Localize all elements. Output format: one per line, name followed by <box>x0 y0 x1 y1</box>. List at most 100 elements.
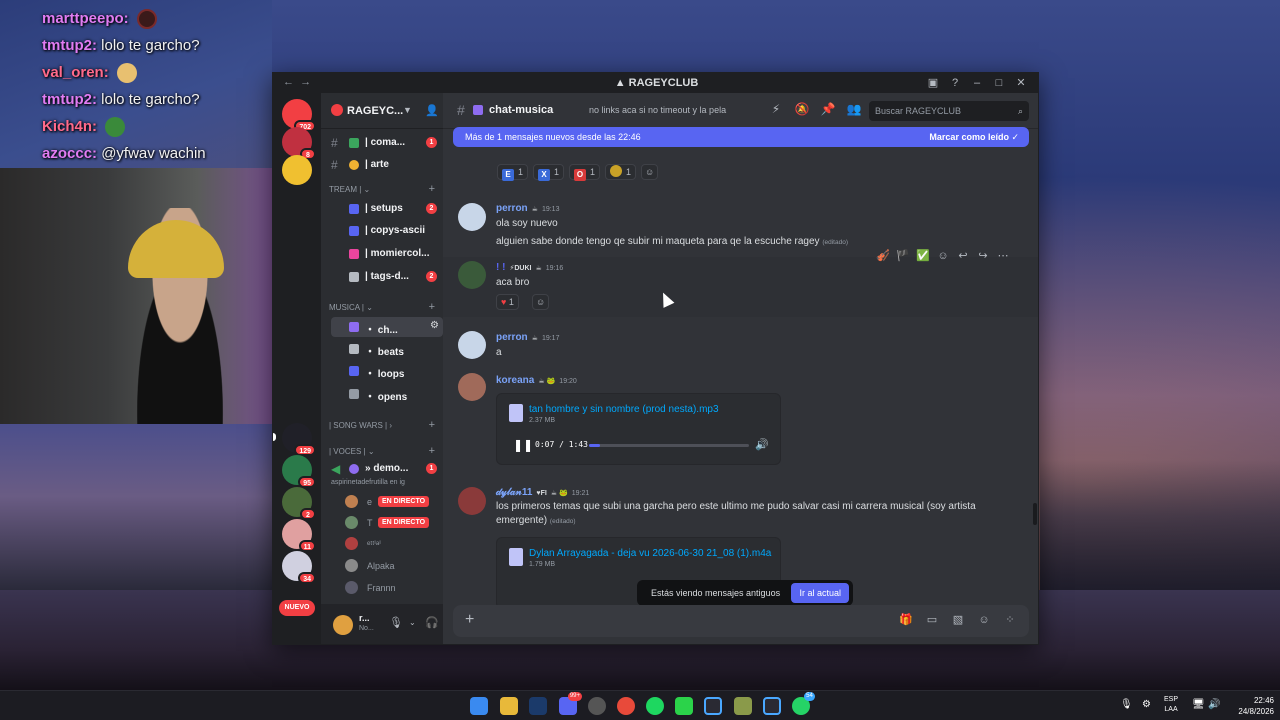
server-icon[interactable]: 95 <box>282 455 316 488</box>
spotify-icon[interactable] <box>646 697 664 715</box>
volume-icon[interactable]: 🔊 <box>755 438 769 451</box>
voice-channel-item[interactable]: ◀ » demo... 1 <box>331 459 443 479</box>
input-language[interactable]: ESP LAA <box>1164 695 1178 715</box>
pause-icon[interactable]: ❚❚ <box>513 438 533 452</box>
add-reaction-button[interactable]: ☺ <box>532 294 550 310</box>
steam-icon[interactable] <box>529 697 547 715</box>
invite-user-icon[interactable]: 👤 <box>425 104 439 117</box>
add-reaction-button[interactable]: ☺ <box>641 164 659 180</box>
reaction[interactable]: E1 <box>497 164 529 181</box>
avatar[interactable] <box>333 615 353 635</box>
network-icon[interactable]: 🖥 <box>1192 699 1205 710</box>
voice-user[interactable]: Frannn <box>345 579 443 597</box>
avatar[interactable] <box>458 261 486 289</box>
mute-bell-icon[interactable]: 🔕 <box>789 102 815 116</box>
minecraft-icon[interactable] <box>734 697 752 715</box>
threads-list-icon[interactable]: ⚡ <box>763 102 789 116</box>
reaction[interactable]: X1 <box>533 164 565 181</box>
channel-item[interactable]: # | coma... 1 <box>331 133 443 153</box>
message-author[interactable]: 𝒹𝓎𝓁𝒶𝓃11 ♥FI ☕ 🐸 19:21 <box>496 487 589 498</box>
avatar[interactable] <box>458 331 486 359</box>
system-clock[interactable]: 22:46 24/8/2026 <box>1222 695 1274 717</box>
category-stream[interactable]: TREAM | ⌄ + <box>329 183 439 195</box>
volume-icon[interactable]: 🔊 <box>1208 699 1220 710</box>
emoji-icon[interactable]: ☺ <box>971 614 997 626</box>
inbox-icon[interactable]: ▣ <box>922 76 944 89</box>
headphones-icon[interactable]: 🎧 <box>425 616 439 629</box>
microphone-icon[interactable]: 🎙 <box>389 616 403 629</box>
pinned-icon[interactable]: 📌 <box>815 102 841 116</box>
settings-icon[interactable]: ⚙ <box>1142 699 1151 710</box>
discord-icon[interactable]: 99+ <box>559 692 582 715</box>
channel-item[interactable]: ・ loops <box>331 361 443 381</box>
jump-to-present-button[interactable]: Ir al actual <box>791 583 849 603</box>
category-song-wars[interactable]: | SONG WARS | › + <box>329 419 439 431</box>
attachment-filename[interactable]: Dylan Arrayagada - deja vu 2026-06-30 21… <box>529 548 771 559</box>
message-author[interactable]: ! ! ⚡DUKI ☕ 19:16 <box>496 262 563 273</box>
more-icon[interactable]: ⋯ <box>993 249 1013 262</box>
audio-seek-bar[interactable] <box>589 444 749 447</box>
add-attachment-icon[interactable]: + <box>465 611 474 629</box>
maximize-icon[interactable]: □ <box>988 77 1010 89</box>
add-channel-icon[interactable]: + <box>429 301 435 313</box>
add-channel-icon[interactable]: + <box>429 445 435 457</box>
whatsapp-icon[interactable]: 54 <box>792 692 815 715</box>
message-author[interactable]: perron ☕ 19:17 <box>496 332 559 343</box>
channel-item[interactable]: | setups 2 <box>331 199 443 219</box>
message-author[interactable]: koreana ☕ 🐸 19:20 <box>496 375 577 386</box>
forward-icon[interactable]: ↪ <box>973 249 993 262</box>
minimize-icon[interactable]: – <box>966 77 988 89</box>
chevron-down-icon[interactable]: ⌄ <box>409 618 416 627</box>
ccleaner-icon[interactable] <box>704 697 722 715</box>
message-author[interactable]: perron ☕ 19:13 <box>496 203 559 214</box>
threads-icon[interactable]: # <box>457 102 465 118</box>
chrome-icon[interactable] <box>617 697 635 715</box>
voice-user[interactable]: ᵉᵗᵗⁱᵃⁱ <box>345 535 443 553</box>
add-channel-icon[interactable]: + <box>429 419 435 431</box>
flag-emoji-icon[interactable]: 🏴 <box>893 249 913 262</box>
apps-icon[interactable]: ⁘ <box>997 613 1023 626</box>
sticker-icon[interactable]: ▧ <box>945 613 971 626</box>
reaction[interactable]: 1 <box>605 164 637 180</box>
category-voces[interactable]: | VOCES | ⌄ + <box>329 445 439 457</box>
gif-icon[interactable]: ▭ <box>919 613 945 626</box>
microphone-icon[interactable]: 🎙 <box>1120 699 1133 710</box>
obs-icon[interactable] <box>588 697 606 715</box>
channel-item[interactable]: # | arte <box>331 155 443 175</box>
reply-icon[interactable]: ↩ <box>953 249 973 262</box>
server-icon[interactable]: 11 <box>282 519 316 552</box>
violin-emoji-icon[interactable]: 🎻 <box>873 249 893 262</box>
server-icon[interactable]: 2 <box>282 487 316 520</box>
channel-item[interactable]: | momiercol... <box>331 244 443 264</box>
reaction[interactable]: ♥ 1 <box>496 294 519 310</box>
close-icon[interactable]: ✕ <box>1010 76 1032 89</box>
server-icon[interactable] <box>282 155 312 185</box>
reaction[interactable]: O1 <box>569 164 601 181</box>
chevron-down-icon[interactable]: ▼ <box>403 105 412 115</box>
channel-item[interactable]: ・ opens <box>331 384 443 404</box>
voice-user[interactable]: T EN DIRECTO <box>345 514 443 532</box>
kick-icon[interactable] <box>675 697 693 715</box>
server-icon[interactable]: 8 <box>282 127 316 160</box>
check-emoji-icon[interactable]: ✅ <box>913 249 933 262</box>
message-composer[interactable]: + 🎁 ▭ ▧ ☺ ⁘ <box>453 605 1029 637</box>
avatar[interactable] <box>458 373 486 401</box>
file-explorer-icon[interactable] <box>500 697 518 715</box>
add-reaction-icon[interactable]: ☺ <box>933 250 953 262</box>
direct-messages-button[interactable]: 702 <box>282 99 316 132</box>
avatar[interactable] <box>458 203 486 231</box>
channel-item[interactable]: | tags-d... 2 <box>331 267 443 287</box>
channel-topic[interactable]: no links aca si no timeout y la pela <box>589 105 726 115</box>
server-header[interactable]: RAGEYC... ▼ 👤 <box>321 93 443 129</box>
search-input[interactable]: Buscar RAGEYCLUB ⌕ <box>869 101 1029 121</box>
members-icon[interactable]: 👥 <box>841 102 867 116</box>
gift-icon[interactable]: 🎁 <box>893 613 919 626</box>
ccleaner-icon[interactable] <box>763 697 781 715</box>
help-icon[interactable]: ? <box>944 77 966 89</box>
channel-item-chat-musica[interactable]: ・ ch... ⚙ <box>331 317 443 337</box>
avatar[interactable] <box>458 487 486 515</box>
scrollbar-thumb[interactable] <box>1033 503 1037 525</box>
gear-icon[interactable]: ⚙ <box>430 320 439 331</box>
voice-user[interactable]: e EN DIRECTO <box>345 493 443 511</box>
channel-item[interactable]: | copys-ascii <box>331 221 443 241</box>
